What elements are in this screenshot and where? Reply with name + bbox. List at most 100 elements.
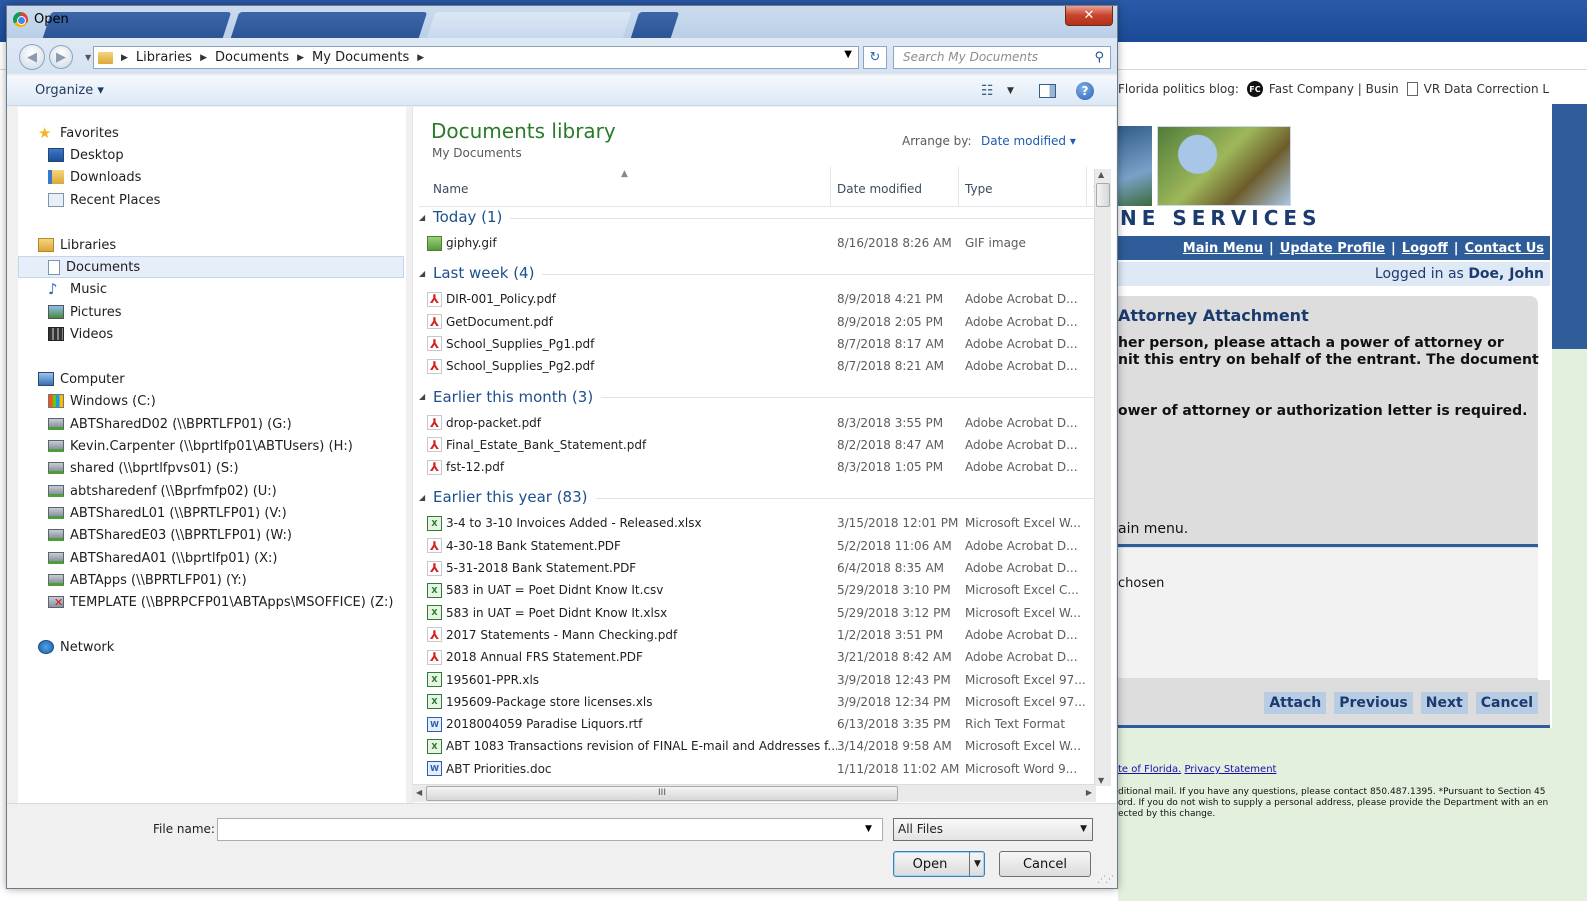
back-button[interactable]: ◀ — [19, 44, 45, 70]
previous-button[interactable]: Previous — [1334, 691, 1413, 714]
bookmark-item[interactable]: VR Data Correction L — [1406, 82, 1549, 96]
nav-item-recent-places[interactable]: Recent Places — [48, 189, 160, 211]
breadcrumb-libraries[interactable]: Libraries — [136, 50, 192, 65]
forward-button[interactable]: ▶ — [49, 45, 73, 69]
scroll-left-icon[interactable]: ◀ — [416, 788, 422, 797]
update-profile-link[interactable]: Update Profile — [1280, 241, 1385, 256]
file-row[interactable]: X 195601-PPR.xls 3/9/2018 12:43 PM Microsof… — [427, 669, 1091, 691]
nav-item-downloads[interactable]: Downloads — [48, 166, 141, 188]
recent-pages-icon[interactable]: ▼ — [85, 53, 91, 62]
collapse-triangle-icon[interactable]: ◢ — [419, 392, 433, 401]
column-header-date[interactable]: Date modified — [831, 167, 959, 207]
nav-item-desktop[interactable]: Desktop — [48, 144, 124, 166]
file-row[interactable]: giphy.gif 8/16/2018 8:26 AM GIF image — [427, 232, 1091, 254]
chevron-right-icon[interactable]: ▶ — [121, 53, 128, 63]
file-row[interactable]: ⅄ School_Supplies_Pg1.pdf 8/7/2018 8:17 AM… — [427, 333, 1091, 355]
file-row[interactable]: X 583 in UAT = Poet Didnt Know It.xlsx 5/2… — [427, 602, 1091, 624]
address-dropdown-icon[interactable]: ▼ — [844, 49, 852, 60]
scroll-down-icon[interactable]: ▼ — [1098, 776, 1104, 785]
file-row[interactable]: ⅄ School_Supplies_Pg2.pdf 8/7/2018 8:21 AM… — [427, 355, 1091, 377]
collapse-triangle-icon[interactable]: ◢ — [419, 493, 433, 502]
help-icon[interactable]: ? — [1076, 82, 1094, 100]
file-row[interactable]: W ABT Priorities.doc 1/11/2018 11:02 AM Mic… — [427, 758, 1091, 780]
arrange-by-dropdown[interactable]: Date modified ▾ — [981, 134, 1076, 148]
breadcrumb-my-documents[interactable]: My Documents — [312, 50, 409, 65]
nav-item-pictures[interactable]: Pictures — [48, 301, 121, 323]
open-options-dropdown[interactable]: ▼ — [969, 851, 985, 877]
nav-drive[interactable]: ABTSharedD02 (\\BPRTLFP01) (G:) — [48, 413, 292, 435]
nav-item-music[interactable]: ♪ Music — [48, 278, 107, 300]
page-cancel-button[interactable]: Cancel — [1475, 691, 1538, 714]
search-icon[interactable]: ⚲ — [1094, 50, 1104, 65]
bookmark-item[interactable]: Florida politics blog: — [1118, 82, 1239, 96]
nav-libraries[interactable]: Libraries — [38, 234, 116, 256]
file-row[interactable]: ⅄ 5-31-2018 Bank Statement.PDF 6/4/2018 8:… — [427, 557, 1091, 579]
view-options-icon[interactable]: ☷ — [981, 83, 994, 99]
nav-drive[interactable]: Windows (C:) — [48, 390, 156, 412]
nav-drive[interactable]: Kevin.Carpenter (\\bprtlfp01\ABTUsers) (… — [48, 435, 353, 457]
file-group-header[interactable]: ◢ Last week (4) — [419, 261, 1095, 285]
file-row[interactable]: ⅄ fst-12.pdf 8/3/2018 1:05 PM Adobe Acrobat… — [427, 456, 1091, 478]
file-group-header[interactable]: ◢ Today (1) — [419, 205, 1095, 229]
file-row[interactable]: W 2018004059 Paradise Liquors.rtf 6/13/201… — [427, 713, 1091, 735]
file-row[interactable]: X 195609-Package store licenses.xls 3/9/20… — [427, 691, 1091, 713]
nav-item-videos[interactable]: Videos — [48, 323, 113, 345]
collapse-triangle-icon[interactable]: ◢ — [419, 269, 433, 278]
file-row[interactable]: ⅄ GetDocument.pdf 8/9/2018 2:05 PM Adobe Ac… — [427, 311, 1091, 333]
file-group-header[interactable]: ◢ Earlier this year (83) — [419, 485, 1095, 509]
file-row[interactable]: ⅄ DIR-001_Policy.pdf 8/9/2018 4:21 PM Adobe… — [427, 288, 1091, 310]
file-row[interactable]: X 583 in UAT = Poet Didnt Know It.csv 5/29… — [427, 579, 1091, 601]
attach-button[interactable]: Attach — [1264, 691, 1327, 714]
file-row[interactable]: X 3-4 to 3-10 Invoices Added - Released.x… — [427, 512, 1091, 534]
file-row[interactable]: ⅄ 2018 Annual FRS Statement.PDF 3/21/2018 … — [427, 646, 1091, 668]
organize-menu[interactable]: Organize ▾ — [35, 83, 104, 98]
preview-pane-icon[interactable] — [1039, 84, 1056, 98]
chevron-right-icon[interactable]: ▶ — [200, 53, 207, 63]
nav-drive[interactable]: ABTSharedE03 (\\BPRTLFP01) (W:) — [48, 524, 292, 546]
file-row[interactable]: ⅄ drop-packet.pdf 8/3/2018 3:55 PM Adobe Ac… — [427, 412, 1091, 434]
nav-network[interactable]: Network — [38, 636, 114, 658]
cancel-button[interactable]: Cancel — [999, 851, 1091, 877]
nav-drive[interactable]: TEMPLATE (\\BPRPCFP01\ABTApps\MSOFFICE) … — [48, 591, 393, 613]
view-dropdown-icon[interactable]: ▼ — [1007, 86, 1014, 96]
breadcrumb-documents[interactable]: Documents — [215, 50, 289, 65]
file-row[interactable]: ⅄ 2017 Statements - Mann Checking.pdf 1/2/… — [427, 624, 1091, 646]
collapse-triangle-icon[interactable]: ◢ — [419, 213, 433, 222]
vertical-scrollbar[interactable]: ▲ ▼ — [1094, 169, 1111, 786]
file-type-select[interactable]: All Files ▼ — [893, 818, 1093, 841]
horizontal-scroll-thumb[interactable]: III — [426, 786, 898, 801]
nav-item-documents[interactable]: Documents — [18, 256, 404, 278]
bookmark-item[interactable]: FC Fast Company | Busin — [1246, 81, 1399, 97]
file-row[interactable]: ⅄ Final_Estate_Bank_Statement.pdf 8/2/2018… — [427, 434, 1091, 456]
file-name-input[interactable] — [217, 818, 883, 841]
dialog-titlebar[interactable]: Open ✕ — [7, 6, 1117, 38]
resize-grip-icon[interactable]: ⋰⋰ — [1097, 875, 1114, 885]
nav-drive[interactable]: ABTApps (\\BPRTLFP01) (Y:) — [48, 569, 247, 591]
nav-drive[interactable]: shared (\\bprtlfpvs01) (S:) — [48, 457, 239, 479]
file-group-header[interactable]: ◢ Earlier this month (3) — [419, 385, 1095, 409]
logoff-link[interactable]: Logoff — [1402, 241, 1448, 256]
main-menu-link[interactable]: Main Menu — [1183, 241, 1263, 256]
nav-drive[interactable]: abtsharedenf (\\Bprfmfp02) (U:) — [48, 480, 277, 502]
refresh-button[interactable]: ↻ — [863, 46, 887, 69]
contact-us-link[interactable]: Contact Us — [1465, 241, 1544, 256]
horizontal-scrollbar[interactable]: ◀ III ▶ — [412, 784, 1096, 802]
file-name-dropdown-icon[interactable]: ▼ — [865, 824, 872, 834]
vertical-scroll-thumb[interactable] — [1096, 183, 1110, 207]
column-header-name[interactable]: Name — [427, 167, 831, 207]
breadcrumb[interactable]: ▶ Libraries ▶ Documents ▶ My Documents ▶… — [93, 46, 859, 69]
nav-drive[interactable]: ABTSharedL01 (\\BPRTLFP01) (V:) — [48, 502, 287, 524]
column-header-type[interactable]: Type — [959, 167, 1087, 207]
nav-drive[interactable]: ABTSharedA01 (\\bprtlfp01) (X:) — [48, 547, 277, 569]
search-input[interactable]: Search My Documents ⚲ — [893, 46, 1111, 69]
chevron-right-icon[interactable]: ▶ — [297, 53, 304, 63]
file-row[interactable]: ⅄ 4-30-18 Bank Statement.PDF 5/2/2018 11:0… — [427, 535, 1091, 557]
scroll-up-icon[interactable]: ▲ — [1098, 170, 1104, 179]
next-button[interactable]: Next — [1420, 691, 1468, 714]
nav-favorites[interactable]: ★ Favorites — [38, 122, 119, 144]
file-row[interactable]: X ABT 1083 Transactions revision of FINAL… — [427, 735, 1091, 757]
chevron-right-icon[interactable]: ▶ — [417, 53, 424, 63]
privacy-link[interactable]: Privacy Statement — [1184, 764, 1276, 775]
scroll-right-icon[interactable]: ▶ — [1086, 788, 1092, 797]
state-link[interactable]: te of Florida. — [1118, 764, 1181, 775]
